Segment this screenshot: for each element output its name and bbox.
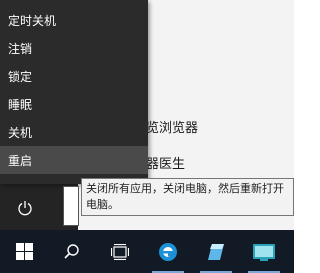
internet-explorer-icon [159, 242, 177, 261]
search-button[interactable] [48, 230, 96, 273]
taskbar-app-teal[interactable] [240, 230, 288, 273]
power-item-restart[interactable]: 重启 [0, 146, 148, 174]
power-item-sign-out[interactable]: 注销 [0, 34, 148, 62]
taskbar [0, 230, 294, 273]
power-options-menu: 定时关机 注销 锁定 睡眠 关机 重启 [0, 0, 148, 184]
power-icon [18, 201, 32, 216]
search-icon [64, 243, 79, 259]
app-list-item-label: 览浏览器 [146, 120, 199, 136]
power-item-lock[interactable]: 锁定 [0, 62, 148, 90]
taskbar-app-ie[interactable] [144, 230, 192, 273]
power-button[interactable] [0, 188, 50, 228]
taskbar-app-blue[interactable] [192, 230, 240, 273]
task-view-button[interactable] [96, 230, 144, 273]
power-item-label: 关机 [8, 125, 33, 140]
windows-start-icon [15, 243, 33, 260]
power-item-shutdown[interactable]: 关机 [0, 118, 148, 146]
power-item-label: 注销 [8, 41, 33, 56]
task-view-icon [111, 243, 129, 260]
restart-tooltip: 关闭所有应用，关闭电脑，然后重新打开电脑。 [81, 178, 294, 216]
power-item-label: 重启 [8, 153, 33, 168]
app-list-item-label: 器医生 [146, 156, 186, 172]
power-item-scheduled-shutdown[interactable]: 定时关机 [0, 6, 148, 34]
tooltip-text: 关闭所有应用，关闭电脑，然后重新打开电脑。 [86, 182, 284, 211]
start-button[interactable] [0, 230, 48, 273]
power-item-label: 锁定 [8, 69, 33, 84]
power-item-label: 定时关机 [8, 13, 57, 28]
power-item-sleep[interactable]: 睡眠 [0, 90, 148, 118]
tooltip-anchor-box [63, 186, 79, 226]
app-icon-blue [208, 243, 224, 260]
app-list-item-browser[interactable]: 览浏览器 [146, 112, 198, 140]
power-item-label: 睡眠 [8, 97, 33, 112]
app-icon-teal [253, 243, 275, 261]
app-list-item-doctor[interactable]: 器医生 [146, 148, 185, 176]
